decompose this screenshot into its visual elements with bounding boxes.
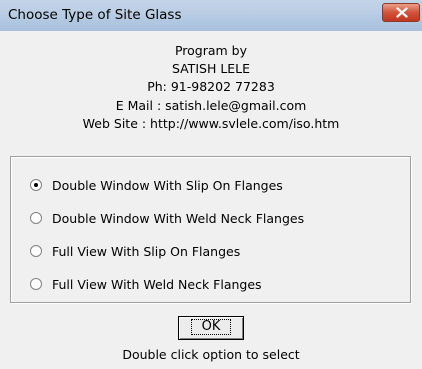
option-full-view-slip-on[interactable]: Full View With Slip On Flanges bbox=[30, 242, 240, 260]
ok-button[interactable]: OK bbox=[178, 316, 244, 340]
close-button[interactable] bbox=[382, 3, 420, 22]
option-full-view-weld-neck[interactable]: Full View With Weld Neck Flanges bbox=[30, 275, 262, 293]
info-program-by: Program by bbox=[174, 43, 248, 58]
info-email: E Mail : satish.lele@gmail.com bbox=[115, 98, 307, 113]
close-icon bbox=[396, 7, 408, 18]
option-label: Full View With Slip On Flanges bbox=[52, 243, 241, 259]
option-double-window-slip-on[interactable]: Double Window With Slip On Flanges bbox=[30, 176, 283, 194]
hint-text: Double click option to select bbox=[122, 347, 300, 362]
option-label: Double Window With Weld Neck Flanges bbox=[52, 210, 305, 226]
option-double-window-weld-neck[interactable]: Double Window With Weld Neck Flanges bbox=[30, 209, 304, 227]
option-label: Full View With Weld Neck Flanges bbox=[52, 276, 262, 292]
info-website: Web Site : http://www.svlele.com/iso.htm bbox=[82, 116, 340, 131]
option-label: Double Window With Slip On Flanges bbox=[52, 177, 283, 193]
radio-button[interactable] bbox=[30, 212, 42, 224]
radio-button[interactable] bbox=[30, 278, 42, 290]
window-title: Choose Type of Site Glass bbox=[8, 7, 182, 23]
info-author: SATISH LELE bbox=[171, 61, 251, 76]
ok-button-label: OK bbox=[190, 319, 232, 335]
radio-button[interactable] bbox=[30, 179, 42, 191]
info-phone: Ph: 91-98202 77283 bbox=[147, 79, 275, 94]
radio-button[interactable] bbox=[30, 245, 42, 257]
dialog-window: Choose Type of Site Glass Program by SAT… bbox=[0, 0, 422, 369]
title-bar[interactable]: Choose Type of Site Glass bbox=[0, 0, 422, 31]
